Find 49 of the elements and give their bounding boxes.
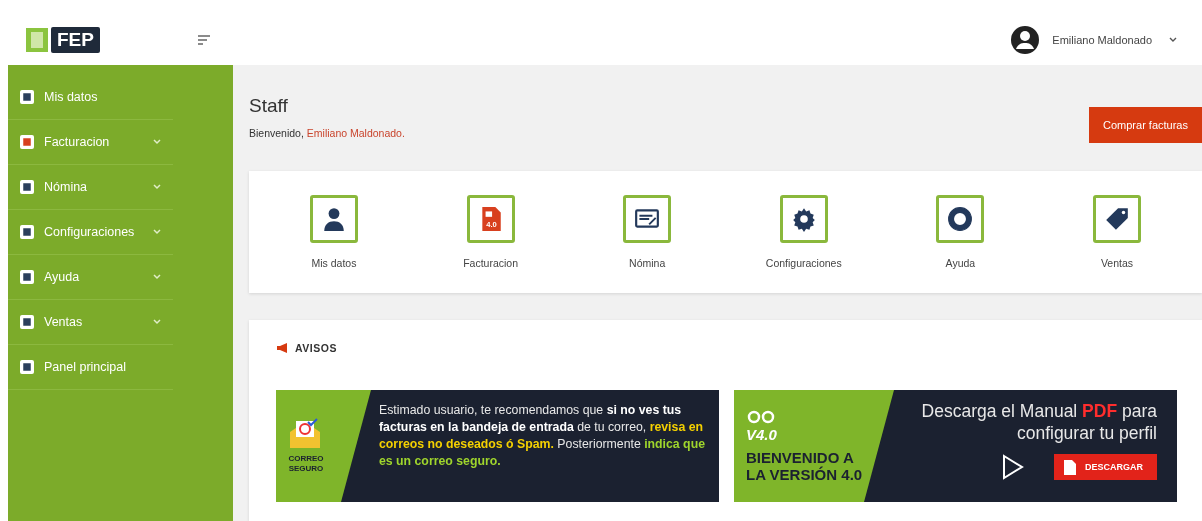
notice-banner[interactable]: V4.0 BIENVENIDO A LA VERSIÓN 4.0 Descarga el Manual PDF para configurar tu perfil DESCARGAR (734, 390, 1177, 502)
shortcut-label: Ventas (1100, 257, 1134, 269)
shortcut-tile[interactable]: 4.0 (466, 195, 515, 243)
megaphone-icon (276, 343, 290, 353)
sidebar-item[interactable]: Mis datos (8, 75, 173, 120)
menu-item-icon (20, 360, 34, 374)
page-title: Staff (249, 95, 289, 117)
logo: FEP (26, 27, 100, 53)
pdf-file-icon (1064, 459, 1076, 475)
version-logo: V4.0 (746, 425, 777, 443)
shortcut-tile[interactable] (623, 195, 672, 243)
sidebar-item[interactable]: Facturacion (8, 120, 173, 165)
shortcut-label: Nómina (629, 257, 666, 269)
menu-item-icon (20, 180, 34, 194)
notice-banner[interactable]: CORREO SEGURO Estimado usuario, te recomendamos que si no ves tus facturas en la bandeja de entrada de tu correo, revisa en correos no deseados ó Spam. Posteriormente indica que es un correo seguro. (276, 390, 719, 502)
user-name[interactable]: Emiliano Maldonado (1052, 34, 1152, 46)
shortcut-label: Facturacion (463, 257, 518, 269)
lifebuoy-icon (947, 206, 974, 232)
menu-item-icon (20, 90, 34, 104)
menu-item-icon (20, 270, 34, 284)
mail-icon (288, 418, 322, 450)
shortcut-tile[interactable] (1092, 195, 1141, 243)
menu-item-icon (20, 315, 34, 329)
shortcut-tile[interactable] (779, 195, 828, 243)
welcome-text: Bienvenido, Emiliano Maldonado. (249, 127, 405, 139)
shortcut-label: Ayuda (945, 257, 976, 269)
shortcut-label: Configuraciones (765, 257, 842, 269)
caret-icon[interactable] (1168, 36, 1178, 44)
infinity-icon (746, 409, 776, 424)
buy-invoices-button[interactable]: Comprar facturas (1089, 107, 1202, 143)
shortcut-tile[interactable] (310, 195, 358, 243)
badge-text: CORREO SEGURO (288, 454, 324, 474)
sidebar-item[interactable]: Nómina (8, 165, 173, 210)
sidebar-item[interactable]: Ventas (8, 300, 173, 345)
shortcut-tile[interactable] (936, 195, 985, 243)
manual-headline: Descarga el Manual PDF para configurar tu perfil (920, 400, 1157, 444)
notices-title: AVISOS (295, 342, 337, 354)
download-button[interactable]: DESCARGAR (1054, 454, 1157, 480)
menu-item-icon (20, 225, 34, 239)
menu-icon[interactable] (197, 34, 211, 46)
shortcut-label: Mis datos (311, 257, 357, 269)
sidebar-item[interactable]: Configuraciones (8, 210, 173, 255)
notice-text: Estimado usuario, te recomendamos que si no ves tus facturas en la bandeja de entrada de tu correo, revisa en correos no deseados ó Spam. Posteriormente indica que es un correo seguro. (378, 402, 706, 470)
menu-item-icon (20, 135, 34, 149)
user-icon (321, 206, 347, 232)
sidebar-item[interactable]: Ayuda (8, 255, 173, 300)
avatar-icon[interactable] (1010, 25, 1041, 55)
sidebar-item[interactable]: Panel principal (8, 345, 173, 390)
welcome-version-text: BIENVENIDO A LA VERSIÓN 4.0 (746, 448, 864, 483)
